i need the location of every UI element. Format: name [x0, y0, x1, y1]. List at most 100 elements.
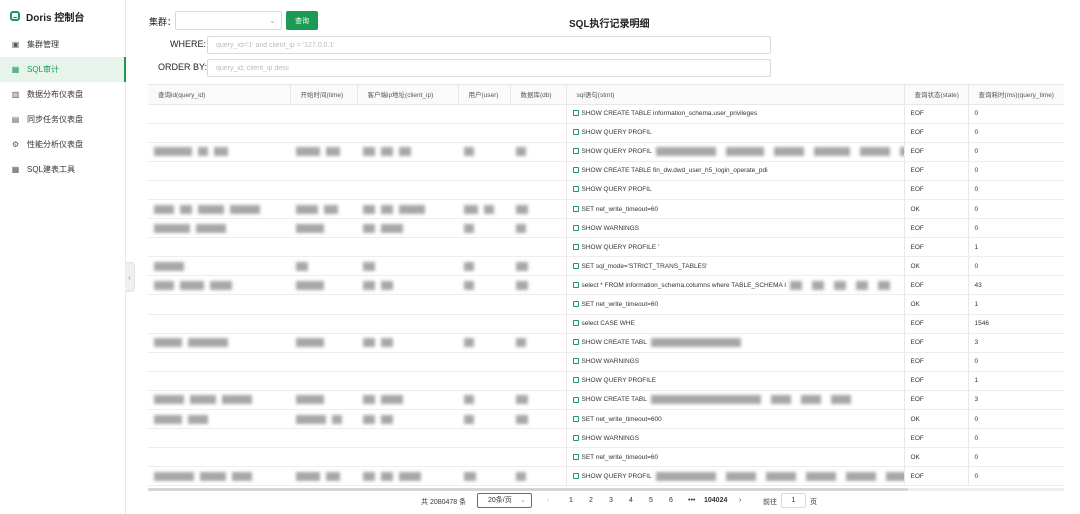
page-6[interactable]: 6	[669, 497, 673, 504]
state-cell: EOF	[903, 466, 968, 487]
time-cell	[290, 294, 357, 315]
user-cell	[458, 390, 510, 411]
copy-icon[interactable]	[572, 205, 579, 212]
table-row[interactable]: SET sql_mode='STRICT_TRANS_TABLES' OK 0	[148, 256, 1064, 277]
table-row[interactable]: SHOW CREATE TABL EOF 3	[148, 390, 1064, 411]
copy-icon[interactable]	[572, 396, 579, 403]
stmt-text: SHOW CREATE TABL	[581, 339, 647, 347]
table-row[interactable]: SHOW WARNINGS EOF 0	[148, 428, 1064, 449]
table-row[interactable]: select CASE WHE EOF 1546	[148, 314, 1064, 334]
copy-icon[interactable]	[572, 243, 579, 250]
sidebar-item-cluster-management[interactable]: ▣ 集群管理	[0, 32, 125, 57]
stmt-text: SHOW QUERY PROFIL	[581, 473, 652, 481]
client-ip-cell	[357, 275, 458, 296]
column-header-user[interactable]: 用户(user)	[458, 85, 511, 105]
user-cell	[458, 104, 510, 124]
copy-icon[interactable]	[572, 282, 579, 289]
horizontal-scrollbar[interactable]	[148, 488, 1064, 491]
copy-icon[interactable]	[572, 415, 579, 422]
copy-icon[interactable]	[572, 186, 579, 193]
state-cell: OK	[903, 199, 968, 220]
copy-icon[interactable]	[572, 434, 579, 441]
copy-icon[interactable]	[572, 320, 579, 327]
scrollbar-thumb[interactable]	[148, 488, 908, 491]
page-size-select[interactable]: 20条/页 ⌄	[477, 493, 532, 508]
table-row[interactable]: SET net_write_timeout=60 OK 1	[148, 294, 1064, 315]
client-ip-cell	[357, 237, 458, 258]
copy-icon[interactable]	[572, 110, 579, 117]
goto-page-input[interactable]: 1	[781, 493, 806, 508]
query-id-cell	[148, 466, 290, 487]
column-header-state[interactable]: 查询状态(state)	[904, 85, 969, 105]
page-5[interactable]: 5	[649, 497, 653, 504]
stmt-cell: SHOW QUERY PROFIL	[565, 142, 904, 162]
column-header-stmt[interactable]: sql语句(stmt)	[566, 85, 905, 105]
user-cell	[458, 142, 510, 162]
sidebar-item-performance[interactable]: ⚙ 性能分析仪表盘	[0, 132, 125, 157]
query-id-cell	[148, 333, 290, 353]
sidebar-item-label: SQL建表工具	[27, 165, 76, 174]
page-last[interactable]: 104024	[704, 497, 727, 504]
column-header-db[interactable]: 数据库(db)	[510, 85, 567, 105]
table-row[interactable]: SHOW QUERY PROFIL EOF 0	[148, 142, 1064, 162]
table-row[interactable]: SHOW CREATE TABL EOF 3	[148, 333, 1064, 353]
table-row[interactable]: SET net_write_timeout=60 OK 0	[148, 447, 1064, 468]
query-time-cell: 3	[967, 333, 1064, 353]
copy-icon[interactable]	[572, 453, 579, 460]
redacted-value	[296, 147, 320, 157]
column-header-client-ip[interactable]: 客户端ip地址(client_ip)	[357, 85, 459, 105]
sidebar-item-sql-table-tool[interactable]: ▦ SQL建表工具	[0, 157, 125, 182]
orderby-input[interactable]	[207, 59, 771, 77]
copy-icon[interactable]	[572, 167, 579, 174]
sidebar-item-data-distribution[interactable]: ▥ 数据分布仪表盘	[0, 82, 125, 107]
table-row[interactable]: SHOW QUERY PROFILE ' EOF 1	[148, 237, 1064, 258]
table-row[interactable]: SHOW QUERY PROFILE EOF 1	[148, 371, 1064, 391]
copy-icon[interactable]	[572, 300, 579, 307]
sidebar-item-sql-audit[interactable]: ▦ SQL审计	[0, 57, 126, 82]
prev-page-icon[interactable]: ‹	[547, 497, 549, 504]
table-row[interactable]: select * FROM information_schema.columns…	[148, 275, 1064, 296]
table-row[interactable]: SHOW WARNINGS EOF 0	[148, 352, 1064, 372]
query-time-cell: 0	[967, 123, 1064, 143]
table-row[interactable]: SHOW CREATE TABLE information_schema.use…	[148, 104, 1064, 124]
table-row[interactable]: SHOW QUERY PROFIL EOF 0	[148, 466, 1064, 487]
page-3[interactable]: 3	[609, 497, 613, 504]
copy-icon[interactable]	[572, 377, 579, 384]
column-header-query-time[interactable]: 查询耗时(ms)(query_time)	[968, 85, 1064, 105]
table-row[interactable]: SHOW WARNINGS EOF 0	[148, 218, 1064, 239]
cluster-select[interactable]: ⌄	[175, 11, 282, 30]
table-row[interactable]: SET net_write_timeout=600 OK 0	[148, 409, 1064, 430]
db-cell	[510, 199, 566, 220]
query-time-cell: 3	[967, 390, 1064, 411]
page-2[interactable]: 2	[589, 497, 593, 504]
sidebar: Doris 控制台 ▣ 集群管理 ▦ SQL审计 ▥ 数据分布仪表盘 ▤ 同步任…	[0, 0, 126, 514]
copy-icon[interactable]	[572, 224, 579, 231]
sidebar-collapse-toggle[interactable]: ‹	[125, 262, 135, 292]
redacted-value	[154, 147, 192, 157]
copy-icon[interactable]	[572, 148, 579, 155]
page-4[interactable]: 4	[629, 497, 633, 504]
table-row[interactable]: SHOW QUERY PROFIL EOF 0	[148, 180, 1064, 200]
db-cell	[510, 466, 566, 487]
table-row[interactable]: SHOW CREATE TABLE fin_dw.dwd_user_h5_log…	[148, 161, 1064, 181]
column-header-query-id[interactable]: 查询id(query_id)	[148, 85, 291, 105]
copy-icon[interactable]	[572, 473, 579, 480]
page-ellipsis[interactable]: •••	[688, 497, 695, 504]
time-cell	[290, 314, 357, 334]
page-1[interactable]: 1	[569, 497, 573, 504]
state-cell: EOF	[903, 218, 968, 239]
column-header-time[interactable]: 开始时间(time)	[290, 85, 358, 105]
redacted-value	[399, 471, 421, 481]
table-row[interactable]: SHOW QUERY PROFIL EOF 0	[148, 123, 1064, 143]
copy-icon[interactable]	[572, 339, 579, 346]
query-button[interactable]: 查询	[286, 11, 318, 30]
next-page-icon[interactable]: ›	[739, 497, 741, 504]
redacted-value	[464, 223, 474, 233]
copy-icon[interactable]	[572, 129, 579, 136]
query-id-cell	[148, 199, 290, 220]
copy-icon[interactable]	[572, 262, 579, 269]
copy-icon[interactable]	[572, 358, 579, 365]
sidebar-item-sync-tasks[interactable]: ▤ 同步任务仪表盘	[0, 107, 125, 132]
where-input[interactable]	[207, 36, 771, 54]
table-row[interactable]: SET net_write_timeout=60 OK 0	[148, 199, 1064, 220]
